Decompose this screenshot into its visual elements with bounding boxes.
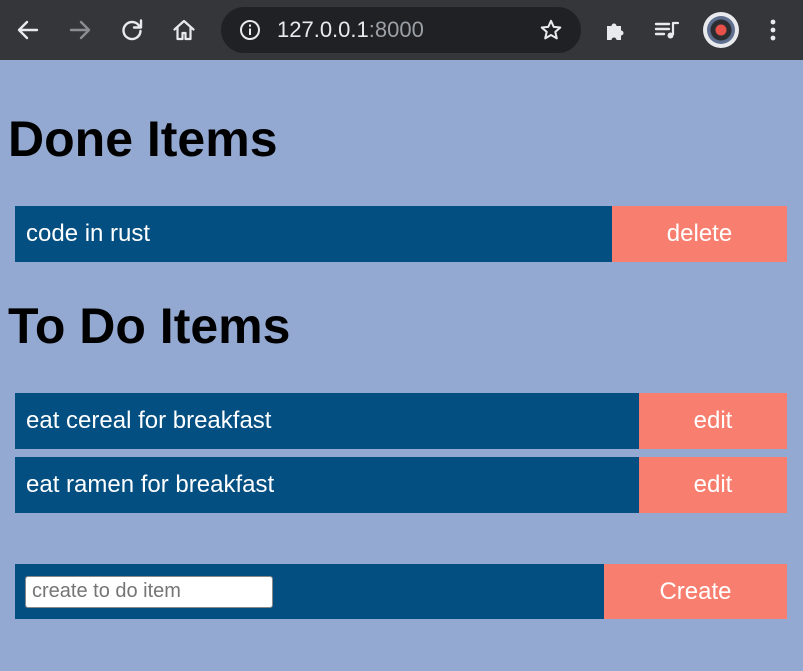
delete-button[interactable]: delete [612, 206, 787, 262]
avatar-image [707, 16, 735, 44]
todo-items-heading: To Do Items [8, 298, 291, 354]
todo-item-label: eat ramen for breakfast [15, 457, 639, 513]
create-input-container [15, 564, 604, 619]
browser-toolbar: 127.0.0.1:8000 [0, 0, 803, 60]
url-text[interactable]: 127.0.0.1:8000 [277, 18, 424, 42]
bookmark-star-icon[interactable] [539, 18, 563, 42]
forward-arrow-icon[interactable] [63, 12, 97, 48]
todo-item-row: eat cereal for breakfast edit [15, 393, 787, 449]
browser-window: 127.0.0.1:8000 Done Items code in rust d… [0, 0, 803, 671]
address-bar[interactable]: 127.0.0.1:8000 [221, 7, 581, 53]
extensions-icon[interactable] [598, 12, 632, 48]
site-info-icon[interactable] [239, 19, 261, 41]
home-icon[interactable] [167, 12, 201, 48]
back-arrow-icon[interactable] [11, 12, 45, 48]
todo-item-label: eat cereal for breakfast [15, 393, 639, 449]
create-todo-input[interactable] [25, 575, 273, 608]
media-queue-icon[interactable] [650, 12, 684, 48]
page-content: Done Items code in rust delete To Do Ite… [0, 60, 803, 671]
edit-button[interactable]: edit [639, 393, 787, 449]
reload-icon[interactable] [115, 12, 149, 48]
url-port: :8000 [368, 17, 424, 42]
edit-button[interactable]: edit [639, 457, 787, 513]
profile-avatar-icon[interactable] [703, 12, 739, 48]
todo-item-row: eat ramen for breakfast edit [15, 457, 787, 513]
done-item-label: code in rust [15, 206, 612, 262]
done-item-row: code in rust delete [15, 206, 787, 262]
create-button[interactable]: Create [604, 564, 787, 619]
create-item-row: Create [15, 564, 787, 619]
done-items-heading: Done Items [8, 111, 278, 167]
url-host: 127.0.0.1 [277, 17, 369, 42]
more-menu-icon[interactable] [756, 12, 790, 48]
